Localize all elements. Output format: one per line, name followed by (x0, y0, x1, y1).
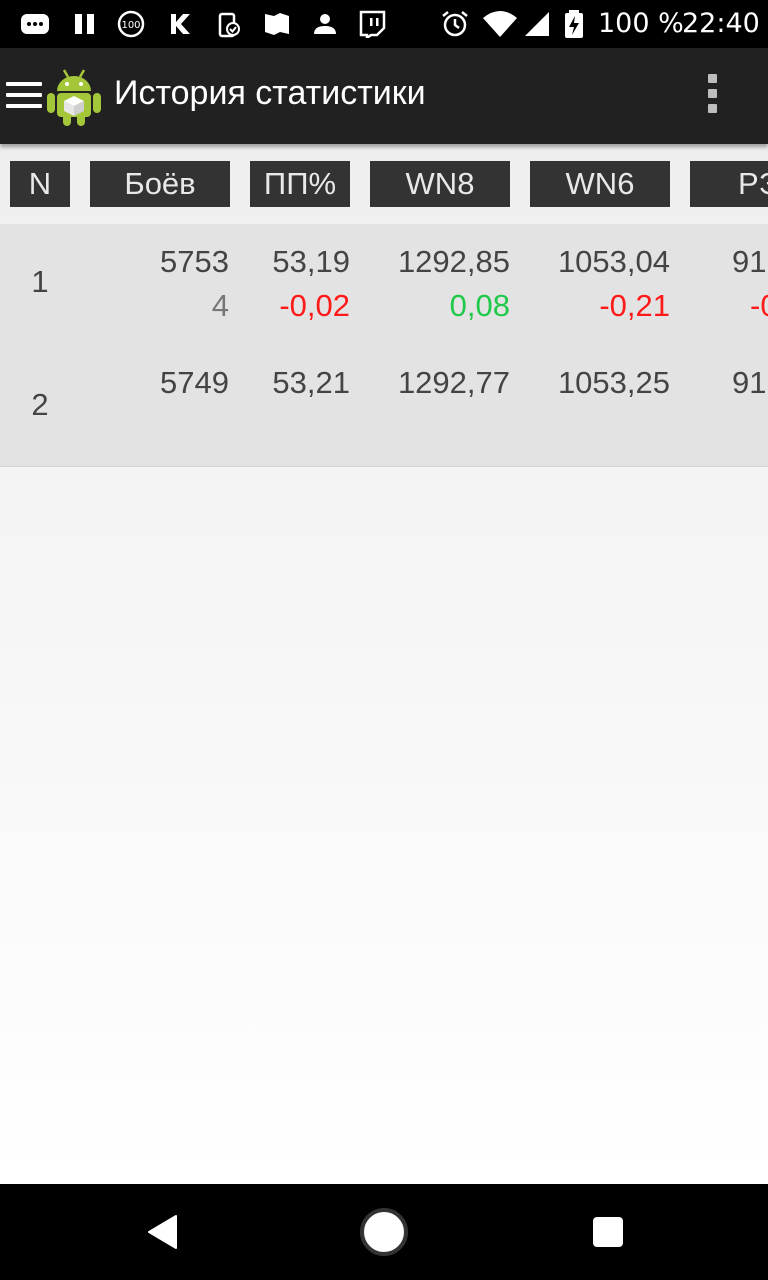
alarm-icon (442, 11, 468, 37)
wn8-delta: 0,08 (449, 288, 510, 323)
table-row[interactable]: 1 5753 4 53,19 -0,02 1292,85 0,08 1053,0… (0, 224, 768, 347)
row-number: 1 (31, 264, 49, 299)
overflow-menu-icon[interactable] (700, 74, 724, 118)
column-header-n[interactable]: N (10, 161, 70, 207)
wn8-value: 1292,85 (397, 244, 510, 279)
back-icon[interactable] (146, 1214, 180, 1250)
svg-text:100: 100 (121, 20, 140, 31)
statistics-table: N Боёв ПП% WN8 WN6 РЭ 1 5753 4 53,19 -0,… (0, 144, 768, 467)
battles-value: 5749 (160, 365, 229, 400)
efficiency-value: 912 (732, 365, 768, 400)
winrate-delta: -0,02 (279, 288, 350, 323)
battery-percent: 100 % (598, 8, 684, 39)
battery-charging-icon (565, 10, 583, 38)
clock: 22:40 (682, 8, 760, 39)
battles-value: 5753 (160, 244, 229, 279)
column-header-battles[interactable]: Боёв (90, 161, 230, 207)
wifi-icon (483, 11, 517, 37)
column-header-wn6[interactable]: WN6 (530, 161, 670, 207)
speed-100-icon: 100 (117, 10, 145, 38)
navigation-bar (0, 1184, 768, 1280)
more-dots-icon (21, 14, 49, 34)
pause-icon (75, 14, 94, 34)
column-header-winrate[interactable]: ПП% (250, 161, 350, 207)
wn6-value: 1053,25 (557, 365, 670, 400)
column-header-wn8[interactable]: WN8 (370, 161, 510, 207)
recents-icon[interactable] (591, 1215, 625, 1249)
page-title: История статистики (114, 74, 426, 112)
map-icon (265, 13, 289, 35)
android-app-icon[interactable] (44, 64, 104, 128)
person-icon (314, 14, 336, 34)
row-number: 2 (31, 387, 49, 422)
signal-icon (525, 12, 549, 36)
k-icon (171, 14, 190, 34)
table-row[interactable]: 2 5749 53,21 1292,77 1053,25 912 (0, 345, 768, 467)
wn6-value: 1053,04 (557, 244, 670, 279)
efficiency-value: 912 (732, 244, 768, 279)
wn8-value: 1292,77 (397, 365, 510, 400)
clipboard-check-icon (218, 12, 240, 38)
wn6-delta: -0,21 (599, 288, 670, 323)
menu-icon[interactable] (6, 82, 42, 110)
status-bar: 100 100 % 22:40 (0, 0, 768, 48)
efficiency-delta: -0 (750, 288, 768, 323)
winrate-value: 53,19 (272, 244, 350, 279)
winrate-value: 53,21 (272, 365, 350, 400)
battles-delta: 4 (211, 288, 229, 323)
twitch-icon (359, 10, 386, 38)
home-icon[interactable] (358, 1206, 410, 1258)
column-header-efficiency[interactable]: РЭ (690, 161, 768, 207)
app-bar: История статистики (0, 48, 768, 144)
